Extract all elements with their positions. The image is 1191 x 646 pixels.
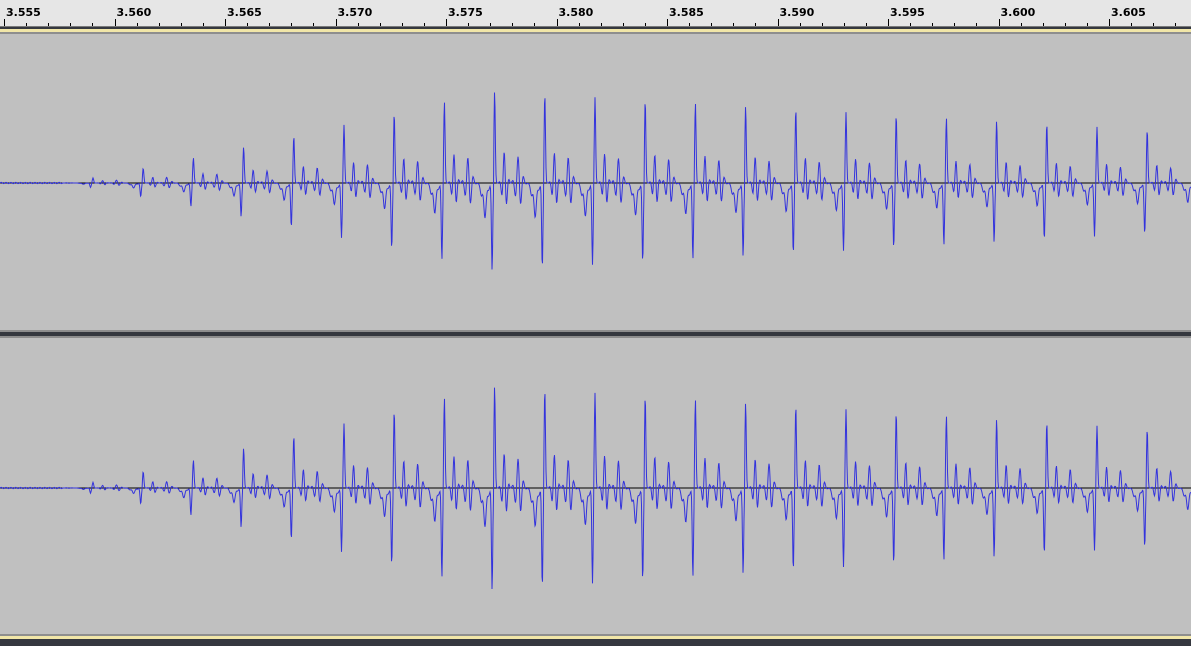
ruler-label: 3.605 xyxy=(1111,6,1146,19)
ruler-tick xyxy=(335,19,337,26)
ruler-tick xyxy=(998,19,1000,26)
ruler-label: 3.555 xyxy=(6,6,41,19)
ruler-tick xyxy=(777,19,779,26)
ruler-label: 3.580 xyxy=(558,6,594,19)
ruler-tick xyxy=(1109,19,1110,26)
ruler-label: 3.565 xyxy=(227,6,262,19)
ruler-label: 3.575 xyxy=(448,6,483,19)
track-border xyxy=(0,639,1191,646)
waveform-line xyxy=(0,92,1191,270)
audio-editor: 3.555 3.560 3.565 3.570 3.575 3.580 3.585 3.590… xyxy=(0,0,1191,646)
ruler-tick xyxy=(667,19,668,26)
ruler-label: 3.600 xyxy=(1000,6,1036,19)
ruler-tick xyxy=(225,19,226,26)
waveform-track-right[interactable] xyxy=(0,338,1191,634)
ruler-label: 3.560 xyxy=(116,6,152,19)
waveform-left xyxy=(0,92,1191,270)
ruler-tick xyxy=(446,19,447,26)
ruler-tick xyxy=(114,19,116,26)
ruler-tick xyxy=(556,19,558,26)
timeline-ruler[interactable]: 3.555 3.560 3.565 3.570 3.575 3.580 3.585 3.590… xyxy=(0,0,1191,27)
waveform-track-left[interactable] xyxy=(0,34,1191,330)
ruler-label: 3.595 xyxy=(890,6,925,19)
ruler-label: 3.590 xyxy=(779,6,815,19)
ruler-tick xyxy=(4,19,5,26)
ruler-label: 3.570 xyxy=(337,6,373,19)
ruler-tick xyxy=(888,19,889,26)
ruler-label: 3.585 xyxy=(669,6,704,19)
waveform-right xyxy=(0,387,1191,590)
